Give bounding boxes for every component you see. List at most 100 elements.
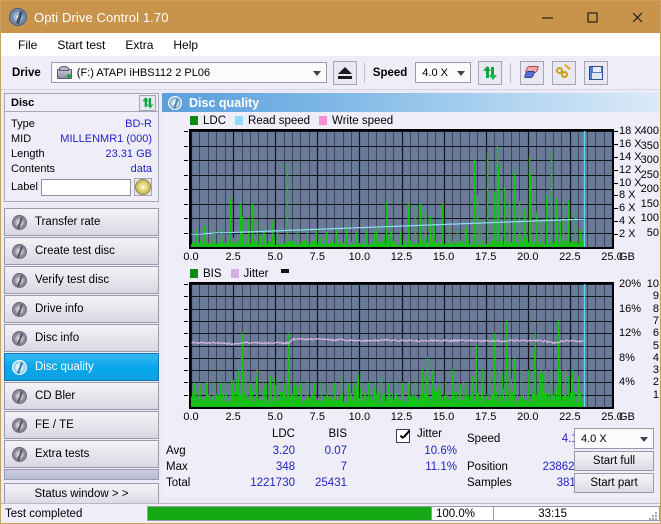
stats-avg-ldc: 3.20 [272, 445, 295, 457]
charts-area: LDC Read speed Write speed 400 350 300 250 2… [162, 112, 659, 425]
window-controls [525, 1, 660, 33]
legend-label-ldc: LDC [203, 114, 227, 127]
disc-row-value: BD-R [125, 117, 152, 130]
start-full-button[interactable]: Start full [574, 451, 654, 471]
disc-label-button[interactable] [134, 178, 152, 196]
keys-button[interactable] [552, 60, 577, 85]
minimize-icon[interactable] [525, 1, 570, 33]
bis-chart-ytick-label: 3 [652, 364, 659, 377]
sidebar-item-fe-te[interactable]: FE / TE [4, 411, 159, 439]
bis-chart-ytick-label: 2 [652, 376, 659, 389]
disc-icon [12, 301, 27, 317]
sidebar-item-label: Verify test disc [35, 274, 110, 286]
disc-icon [12, 417, 27, 433]
sidebar-item-label: Extra tests [35, 448, 90, 460]
drive-icon [56, 66, 72, 79]
drive-select-value: (F:) ATAPI iHBS112 2 PL06 [76, 66, 211, 79]
bis-chart-xtick-label: 2.5 [225, 411, 241, 423]
eject-button[interactable] [332, 60, 357, 85]
menu-help[interactable]: Help [163, 36, 208, 54]
ldc-chart-xtick-label: 5.0 [267, 251, 283, 263]
bis-chart-xtick-label: 12.5 [390, 411, 413, 423]
ldc-chart-y2tick-label: 10 X [619, 176, 642, 189]
disc-row-value: 23.31 GB [105, 147, 152, 160]
maximize-icon[interactable] [570, 1, 615, 33]
legend-swatch-bis [190, 269, 198, 278]
progress-percent-label: 100.0% [431, 507, 493, 520]
sidebar-item-disc-info[interactable]: Disc info [4, 324, 159, 352]
y2tick [614, 182, 618, 184]
disc-refresh-button[interactable] [139, 94, 156, 111]
toolbar-separator-2 [510, 62, 512, 83]
drive-select[interactable]: (F:) ATAPI iHBS112 2 PL06 [50, 62, 327, 83]
bis-chart-ytick-label: 5 [652, 339, 659, 352]
ldc-chart-legend: LDC Read speed Write speed [162, 114, 659, 127]
ldc-chart-y2tick-label: 6 X [619, 202, 636, 215]
ytick [184, 308, 188, 310]
y2tick [614, 169, 618, 171]
eject-icon [337, 66, 352, 79]
ytick [184, 296, 188, 298]
jitter-label: Jitter [417, 428, 442, 440]
disc-row-length: Length 23.31 GB [11, 146, 152, 161]
legend-label-bis: BIS [203, 267, 222, 280]
sidebar-item-create-test-disc[interactable]: Create test disc [4, 237, 159, 265]
disc-icon [12, 359, 27, 375]
legend-label-read-speed: Read speed [248, 114, 311, 127]
menu-file[interactable]: File [8, 36, 47, 54]
disc-label-input[interactable] [40, 178, 131, 196]
bis-chart-ytick-label: 8 [652, 302, 659, 315]
refresh-button[interactable] [478, 60, 503, 85]
disc-panel-title: Disc [11, 96, 35, 109]
speed-select-value: 4.0 X [422, 66, 448, 79]
resize-grip[interactable] [648, 511, 658, 521]
sidebar-item-extra-tests[interactable]: Extra tests [4, 440, 159, 468]
statistics-panel: LDC BIS Jitter Avg 3.20 0.07 10.6% Max 3… [162, 425, 659, 497]
menu-extra[interactable]: Extra [115, 36, 163, 54]
chevron-down-icon [457, 70, 466, 76]
menu-start-test[interactable]: Start test [47, 36, 115, 54]
disc-panel-header: Disc [4, 93, 159, 112]
ytick [184, 232, 188, 234]
sidebar-item-verify-test-disc[interactable]: Verify test disc [4, 266, 159, 294]
application-window: Opti Drive Control 1.70 File Start test … [0, 0, 661, 524]
disc-icon [12, 446, 27, 462]
disc-label-row: Label [11, 178, 152, 196]
disc-row-mid: MID MILLENMR1 (000) [11, 131, 152, 146]
status-window-button[interactable]: Status window > > [4, 483, 159, 504]
disc-row-key: Type [11, 117, 35, 130]
disc-row-value: MILLENMR1 (000) [60, 132, 152, 145]
stats-max-jitter: 11.1% [425, 461, 457, 473]
ldc-chart-ytick-label: 150 [640, 197, 659, 210]
legend-swatch-write-speed [319, 116, 328, 125]
bis-chart-legend: BIS Jitter [162, 267, 659, 280]
sidebar-item-drive-info[interactable]: Drive info [4, 295, 159, 323]
bis-chart-ytick-label: 10 [646, 278, 659, 290]
progress-bar-fill [148, 507, 431, 520]
ytick [184, 203, 188, 205]
sidebar-item-label: Drive info [35, 303, 84, 315]
stats-header-ldc: LDC [271, 428, 295, 440]
toolbar: Drive (F:) ATAPI iHBS112 2 PL06 Speed 4.… [1, 56, 660, 90]
ldc-chart-ytick-label: 100 [640, 212, 659, 224]
start-part-button[interactable]: Start part [574, 473, 654, 493]
sidebar-item-cd-bler[interactable]: CD Bler [4, 382, 159, 410]
keys-icon [556, 63, 572, 80]
sidebar-item-disc-quality[interactable]: Disc quality [4, 353, 159, 381]
ldc-chart-ytick-label: 50 [646, 226, 659, 239]
stats-avg-bis: 0.07 [324, 445, 347, 457]
close-icon[interactable] [615, 1, 660, 33]
app-disc-icon [9, 8, 27, 26]
save-button[interactable] [584, 60, 609, 85]
bis-chart-xtick-label: 15.0 [432, 411, 455, 423]
jitter-checkbox[interactable] [396, 429, 410, 443]
legend-swatch-jitter [230, 269, 239, 278]
disc-row-contents: Contents data [11, 161, 152, 176]
speed-select[interactable]: 4.0 X [415, 62, 472, 83]
test-speed-select[interactable]: 4.0 X [574, 428, 654, 449]
disc-info-body: Type BD-R MID MILLENMR1 (000) Length 23.… [4, 112, 159, 202]
bis-chart-ytick-label: 6 [652, 327, 659, 340]
sidebar-item-transfer-rate[interactable]: Transfer rate [4, 208, 159, 236]
erase-button[interactable] [520, 60, 545, 85]
sidebar-item-label: Transfer rate [35, 216, 101, 228]
